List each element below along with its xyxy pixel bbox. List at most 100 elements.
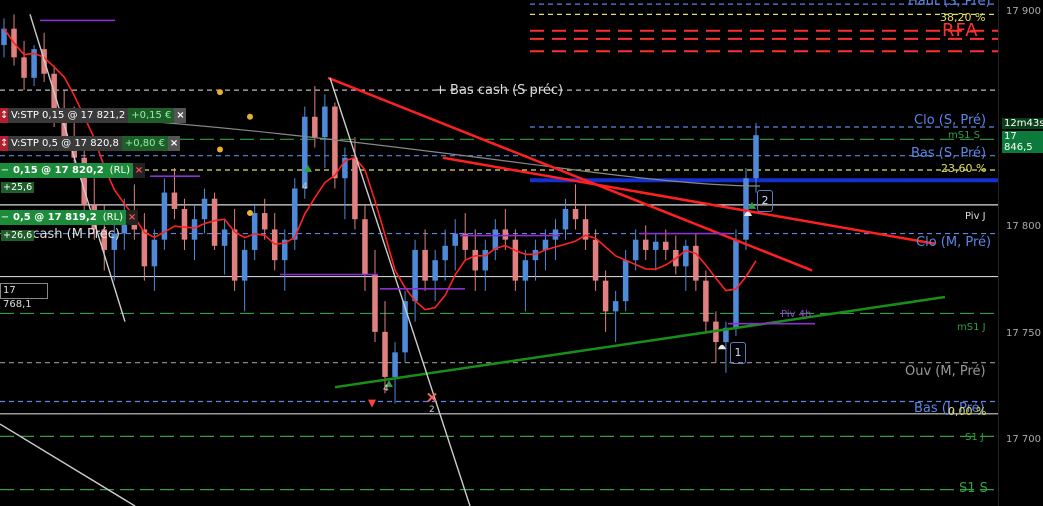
y-tick-label: 17 750: [1006, 328, 1041, 339]
bas-cash-label: + Bas cash (S préc): [435, 83, 564, 98]
order-label: V:STP 0,5 @ 17 820,8: [8, 136, 122, 151]
resistance-trendline: [442, 156, 936, 246]
candle-body: [302, 116, 308, 189]
candle-body: [231, 229, 238, 281]
candle-body: [562, 208, 569, 230]
candle-body: [592, 239, 599, 281]
candle-body: [251, 213, 258, 250]
level-line: [530, 178, 998, 183]
candle-body: [652, 241, 659, 250]
candle-body: [602, 280, 609, 312]
stop-order-2[interactable]: ↕ V:STP 0,5 @ 17 820,8 +0,80 € ×: [0, 136, 181, 151]
y-tick-label: 17 800: [1006, 221, 1041, 232]
order-pnl: +0,15 €: [128, 108, 175, 123]
position-label: 0,15 @ 17 820,2: [10, 163, 107, 178]
order-label: V:STP 0,15 @ 17 821,2: [8, 108, 129, 123]
close-icon[interactable]: ×: [174, 108, 187, 123]
fib-23-label: 23,60 %: [941, 162, 987, 175]
level-label-ms1-s: mS1 S: [948, 130, 980, 141]
order-marker: [247, 210, 253, 217]
level-label-bas-s: Bas (S, Pré): [911, 146, 987, 161]
y-tick-label: 17 700: [1006, 434, 1041, 445]
candle-body: [312, 116, 318, 138]
minus-icon[interactable]: −: [0, 163, 10, 178]
candle-body: [181, 208, 188, 240]
level-label-s1-s: S1 S: [959, 481, 988, 496]
minus-icon[interactable]: −: [0, 210, 10, 225]
stop-order-1[interactable]: ↕ V:STP 0,15 @ 17 821,2 +0,15 € ×: [0, 108, 187, 123]
bell-icon: [718, 344, 726, 350]
close-icon[interactable]: ×: [133, 163, 145, 178]
candle-body: [211, 198, 218, 246]
pnl-tag: +26,6: [1, 230, 35, 241]
candle-body: [663, 241, 669, 250]
arrow-count-label: 4: [383, 384, 389, 394]
price-axis[interactable]: 17 900 12m43s 17 846,5 17 800 17 750 17 …: [998, 0, 1043, 506]
candle-body: [733, 239, 739, 328]
candle-body: [703, 280, 709, 322]
candle-body: [221, 229, 228, 246]
level-label-ms1-j: mS1 J: [957, 322, 986, 333]
candle-body: [352, 157, 358, 220]
candle-body: [522, 260, 529, 281]
projection-line: [329, 77, 471, 506]
level-label-ouv-m: Ouv (M, Pré): [905, 364, 986, 379]
candle-body: [241, 249, 248, 281]
candle-body: [612, 301, 619, 312]
rfa-label: RFA: [942, 20, 979, 41]
plot-area[interactable]: [0, 0, 998, 506]
candle-body: [542, 239, 549, 250]
candle-body: [502, 229, 509, 240]
candle-body: [261, 213, 268, 230]
position-tag: (RL): [99, 210, 127, 225]
position-price-box[interactable]: 17 768,1: [0, 283, 48, 310]
candle-body: [322, 106, 328, 138]
last-price-label: 17 846,5: [1002, 131, 1043, 153]
position-ticket-1[interactable]: − 0,15 @ 17 820,2 (RL) ×: [0, 163, 145, 178]
candle-body: [632, 239, 639, 261]
candle-body: [622, 260, 629, 302]
candle-body: [642, 239, 649, 250]
level-label-piv-4h: Piv 4h: [781, 309, 812, 320]
candle-body: [372, 274, 378, 332]
close-icon[interactable]: ×: [126, 210, 139, 225]
candle-body: [382, 331, 388, 377]
arrow-count-label: 4: [302, 182, 308, 192]
signal-badge[interactable]: 1: [730, 342, 746, 364]
candle-body: [442, 245, 448, 261]
signal-badge[interactable]: 2: [757, 190, 773, 212]
candle-body: [753, 135, 759, 179]
candle-body: [432, 260, 438, 281]
close-icon[interactable]: ×: [168, 136, 181, 151]
candle-body: [743, 178, 749, 240]
candle-body: [552, 229, 559, 240]
pnl-tag: +25,6: [1, 182, 35, 193]
y-tick-label: 17 900: [1006, 6, 1041, 17]
drag-handle-icon[interactable]: ↕: [0, 108, 8, 123]
level-label-clo-m: Clo (M, Pré): [916, 235, 992, 250]
position-label: 0,5 @ 17 819,2: [10, 210, 100, 225]
candle-body: [422, 249, 428, 281]
candle-body: [141, 229, 148, 267]
countdown-label: 12m43s: [1002, 118, 1043, 129]
candle-body: [21, 57, 27, 78]
candle-body: [512, 239, 519, 281]
candle-body: [472, 249, 479, 271]
sell-arrow-icon: [368, 399, 376, 408]
candle-body: [151, 239, 158, 267]
candle-body: [572, 208, 579, 220]
position-ticket-2[interactable]: − 0,5 @ 17 819,2 (RL) ×: [0, 210, 139, 225]
position-tag: (RL): [106, 163, 133, 178]
order-marker: [217, 89, 223, 96]
candle-body: [191, 219, 198, 240]
candle-body: [412, 249, 418, 302]
candle-body: [683, 245, 689, 267]
level-label-s1-j: S1 J: [965, 432, 984, 443]
candle-body: [452, 233, 458, 246]
trading-chart: 17 900 12m43s 17 846,5 17 800 17 750 17 …: [0, 0, 1043, 506]
order-marker: [217, 146, 223, 153]
candle-body: [201, 198, 208, 220]
drag-handle-icon[interactable]: ↕: [0, 136, 8, 151]
candle-body: [492, 229, 499, 250]
candle-body: [693, 245, 699, 281]
